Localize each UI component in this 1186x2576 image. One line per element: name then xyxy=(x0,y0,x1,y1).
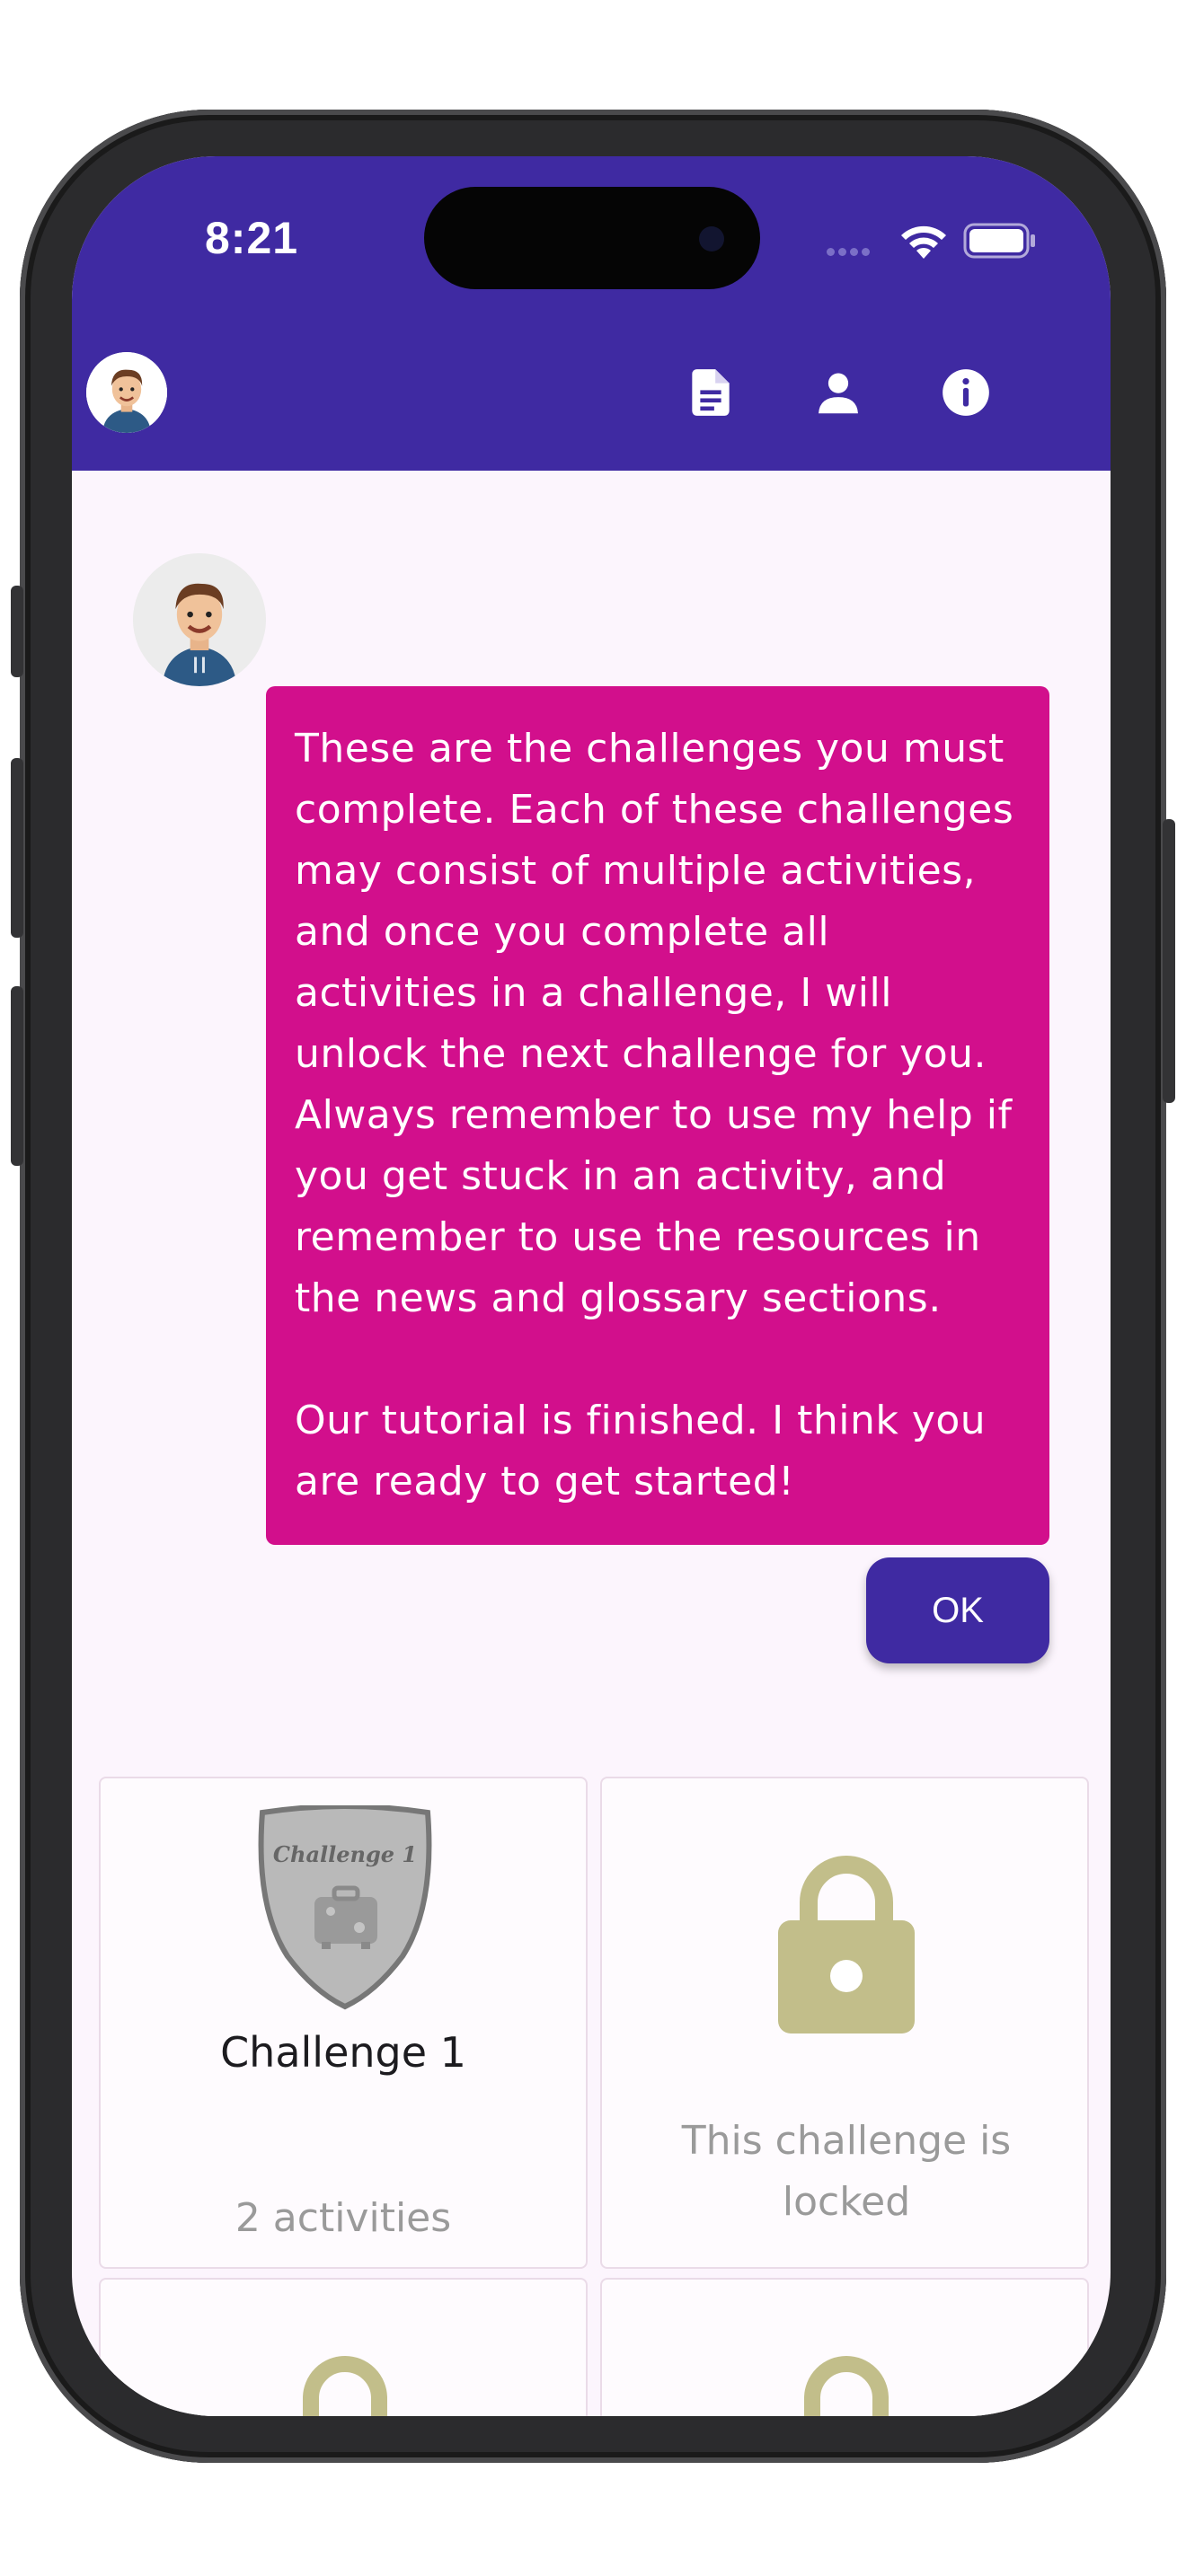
camera-icon xyxy=(699,226,724,251)
wifi-icon xyxy=(901,225,946,259)
battery-icon xyxy=(963,223,1035,259)
status-time: 8:21 xyxy=(205,213,299,263)
challenge-badge-icon xyxy=(258,1805,432,2010)
locked-challenge-text: This challenge is locked xyxy=(681,2118,1012,2225)
dynamic-island xyxy=(424,187,760,289)
lock-icon xyxy=(778,1856,915,2033)
power-button xyxy=(1163,819,1175,1103)
lock-icon xyxy=(303,2356,387,2416)
app-screen: 8:21 These are the challenges you must c… xyxy=(72,156,1111,2416)
challenge-title: Challenge 1 xyxy=(220,2028,466,2077)
ok-button[interactable]: OK xyxy=(866,1557,1049,1663)
challenge-activity-count: 2 activities xyxy=(235,2195,452,2241)
challenge-card[interactable]: Challenge 1 Challenge 1 2 activities xyxy=(99,1777,588,2269)
avatar-button[interactable] xyxy=(86,352,167,433)
lock-icon xyxy=(804,2356,889,2416)
assistant-avatar xyxy=(133,553,266,686)
cellular-signal-icon xyxy=(827,243,873,260)
action-button xyxy=(11,586,23,677)
volume-down-button xyxy=(11,986,23,1166)
tutorial-message-paragraph-2: Our tutorial is finished. I think you ar… xyxy=(295,1398,987,1504)
document-icon[interactable] xyxy=(683,365,739,420)
tutorial-message-paragraph-1: These are the challenges you must comple… xyxy=(295,726,1014,1321)
challenge-card-locked[interactable] xyxy=(600,2278,1089,2416)
challenge-card-locked[interactable] xyxy=(99,2278,588,2416)
app-bar: 8:21 xyxy=(72,156,1111,471)
person-icon[interactable] xyxy=(810,365,866,420)
challenge-badge-label: Challenge 1 xyxy=(272,1841,418,1867)
info-icon[interactable] xyxy=(938,365,994,420)
avatar-icon xyxy=(86,352,167,433)
volume-up-button xyxy=(11,758,23,938)
assistant-avatar-icon xyxy=(133,553,266,686)
tutorial-message-bubble: These are the challenges you must comple… xyxy=(266,686,1049,1545)
challenge-card-locked[interactable]: This challenge is locked xyxy=(600,1777,1089,2269)
